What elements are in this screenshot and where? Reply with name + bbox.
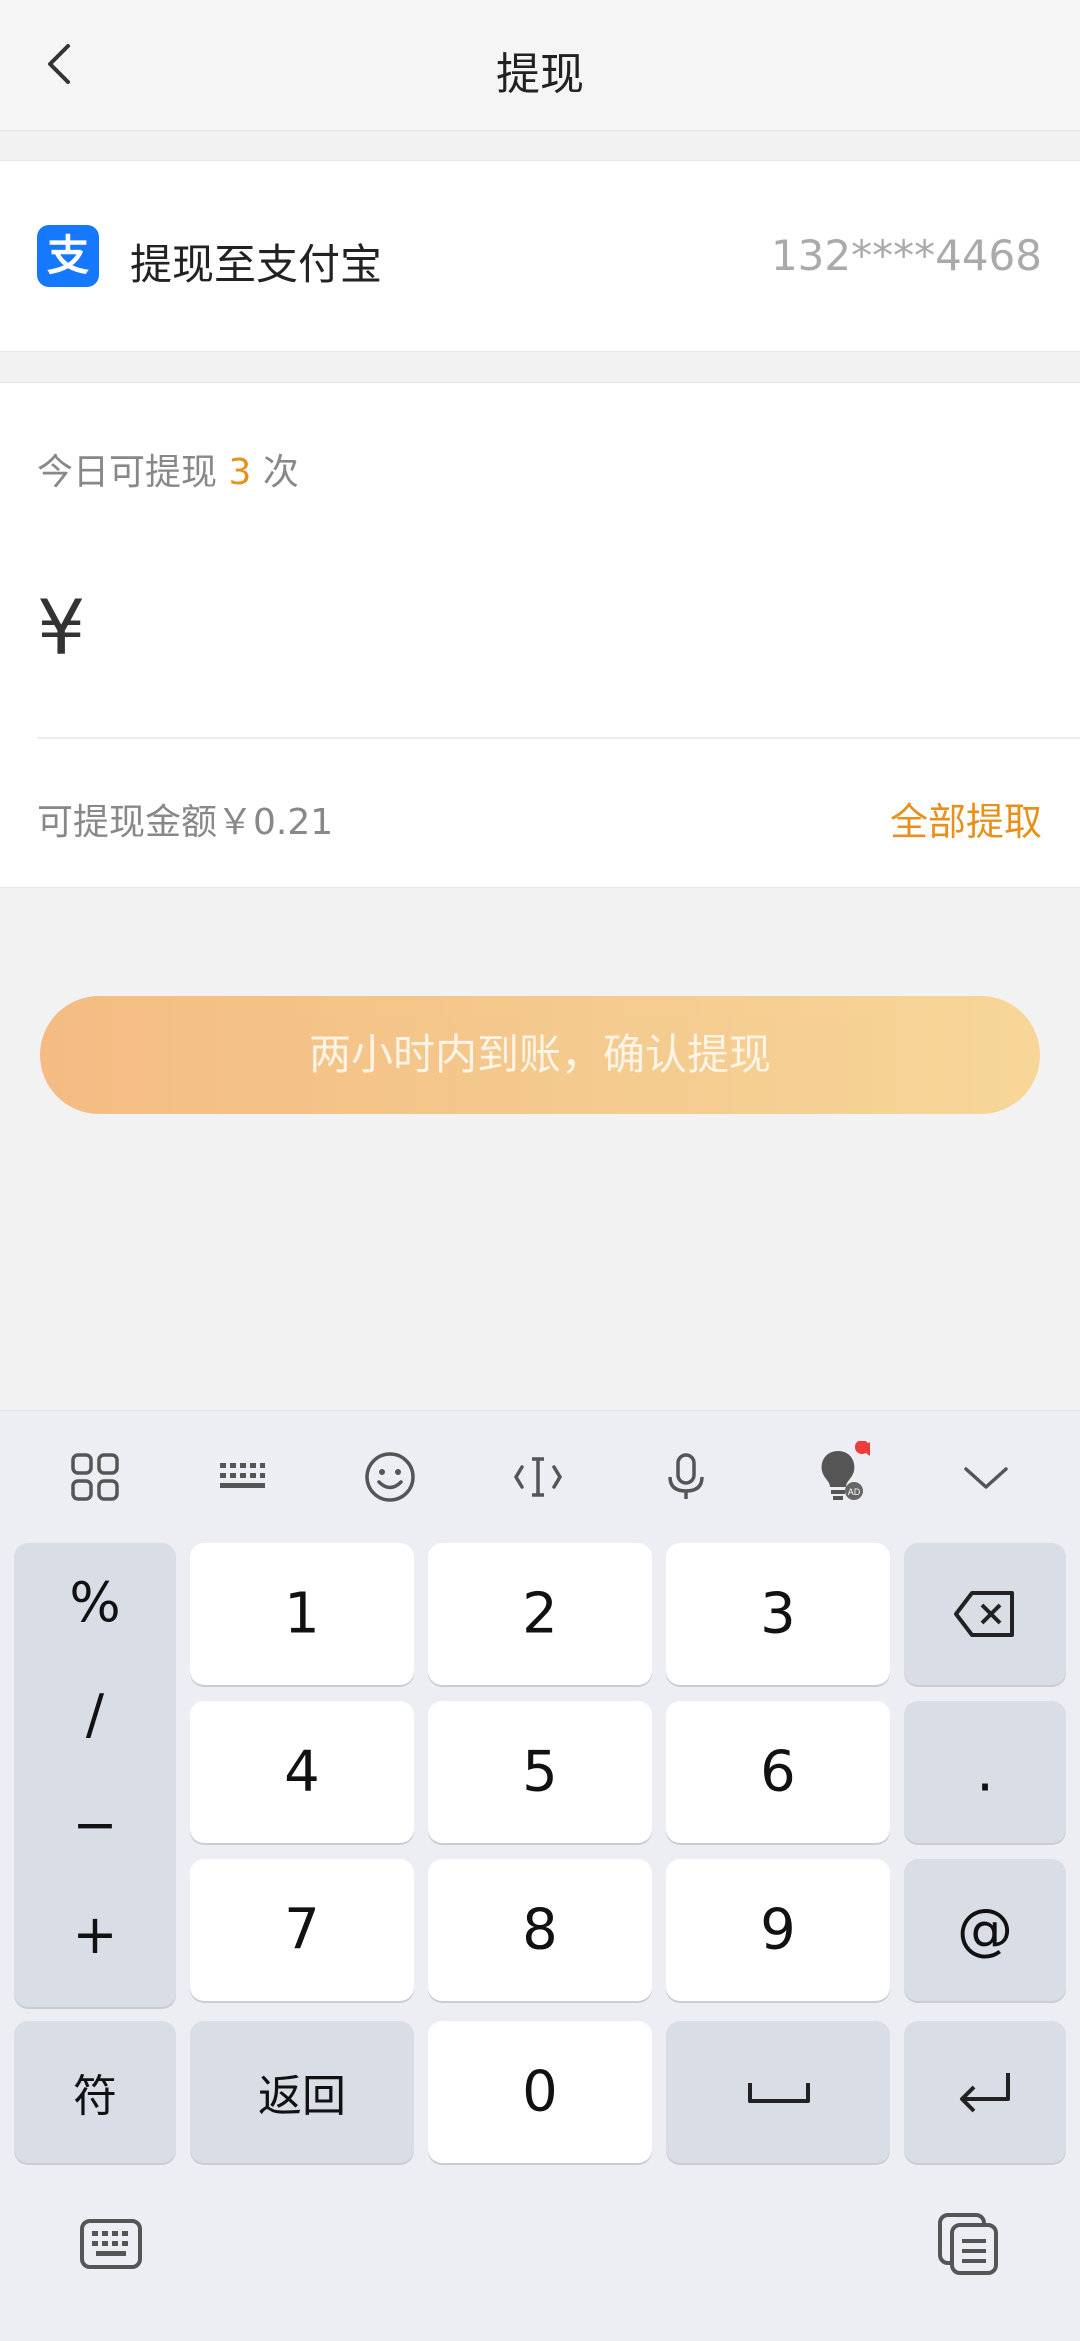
enter-icon	[960, 2073, 1010, 2113]
withdraw-times-text: 今日可提现 3 次	[37, 452, 299, 493]
amount-card: 今日可提现 3 次 ¥ 可提现金额￥0.21 全部提取	[0, 382, 1080, 888]
key-1[interactable]: 1	[190, 1543, 414, 1685]
withdraw-times-count: 3	[228, 452, 252, 493]
svg-text:AD: AD	[848, 1487, 861, 1497]
backspace-key[interactable]	[904, 1543, 1066, 1685]
symbol-key[interactable]: 符	[14, 2021, 176, 2163]
cursor-icon[interactable]	[510, 1449, 566, 1505]
key-4[interactable]: 4	[190, 1701, 414, 1843]
key-7[interactable]: 7	[190, 1859, 414, 2001]
key-8[interactable]: 8	[428, 1859, 652, 2001]
key-dot[interactable]: .	[904, 1701, 1066, 1843]
symbol-column[interactable]: % / − +	[14, 1543, 176, 2007]
chevron-down-icon[interactable]	[958, 1449, 1014, 1505]
account-number: 132****4468	[770, 231, 1042, 280]
numeric-keyboard: AD % / − + 1 2 3 4 5 6 . 7 8 9 @ 符 返回 0	[0, 1410, 1080, 2341]
key-minus[interactable]: −	[14, 1793, 176, 1856]
confirm-withdraw-button[interactable]: 两小时内到账，确认提现	[40, 996, 1040, 1114]
lightbulb-ad-icon[interactable]: AD	[806, 1441, 870, 1505]
keyboard-layout-icon[interactable]	[214, 1449, 270, 1505]
backspace-icon	[954, 1591, 1014, 1637]
return-key[interactable]: 返回	[190, 2021, 414, 2163]
key-at[interactable]: @	[904, 1859, 1066, 2001]
available-amount: 可提现金额￥0.21	[37, 802, 334, 843]
keyboard-toolbar: AD	[0, 1411, 1080, 1541]
alipay-account-row[interactable]: 支 提现至支付宝 132****4468	[0, 160, 1080, 352]
key-0[interactable]: 0	[428, 2021, 652, 2163]
withdraw-target-label: 提现至支付宝	[130, 240, 383, 289]
apps-grid-icon[interactable]	[67, 1449, 123, 1505]
page-title: 提现	[496, 49, 584, 100]
amount-input[interactable]: ¥	[37, 583, 85, 672]
enter-key[interactable]	[904, 2021, 1066, 2163]
key-9[interactable]: 9	[666, 1859, 890, 2001]
key-plus[interactable]: +	[14, 1903, 176, 1966]
key-3[interactable]: 3	[666, 1543, 890, 1685]
divider	[37, 737, 1080, 739]
key-percent[interactable]: %	[14, 1571, 176, 1634]
alipay-logo-icon: 支	[37, 225, 99, 287]
emoji-icon[interactable]	[362, 1449, 418, 1505]
key-6[interactable]: 6	[666, 1701, 890, 1843]
clipboard-icon[interactable]	[936, 2211, 1002, 2277]
keyboard-switch-icon[interactable]	[78, 2211, 144, 2277]
nav-bar: 提现	[0, 0, 1080, 131]
key-5[interactable]: 5	[428, 1701, 652, 1843]
space-icon	[748, 2083, 810, 2103]
microphone-icon[interactable]	[658, 1449, 714, 1505]
key-2[interactable]: 2	[428, 1543, 652, 1685]
key-slash[interactable]: /	[14, 1683, 176, 1746]
space-key[interactable]	[666, 2021, 890, 2163]
withdraw-all-button[interactable]: 全部提取	[890, 791, 1042, 846]
